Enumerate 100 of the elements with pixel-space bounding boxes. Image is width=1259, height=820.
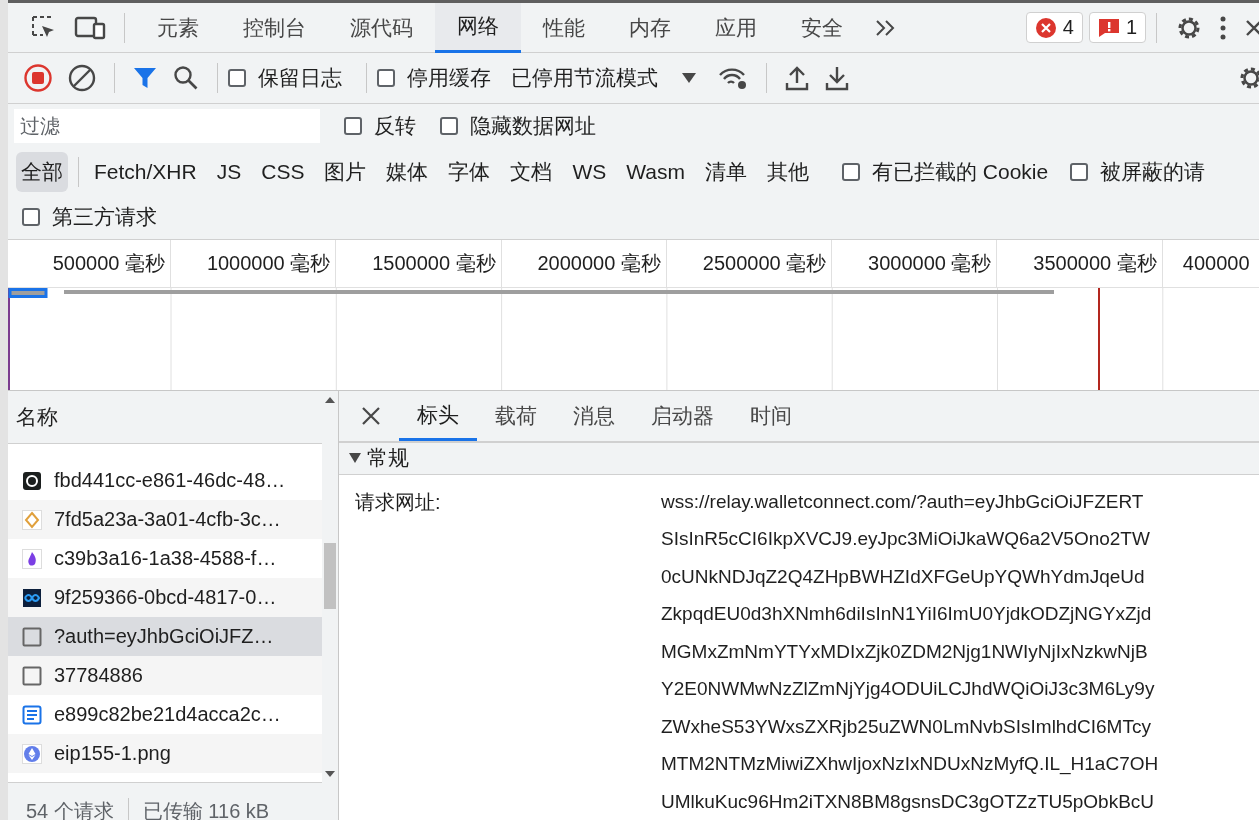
type-filter-button[interactable]: WS — [567, 153, 612, 190]
checkbox-label[interactable]: 第三方请求 — [52, 203, 157, 231]
scrollbar-thumb[interactable] — [324, 543, 336, 609]
request-row[interactable]: eip155-1.png — [8, 734, 322, 773]
error-badge[interactable]: 4 — [1025, 12, 1083, 43]
clear-icon[interactable] — [68, 64, 96, 92]
header-value: ZWxheS53YWxsZXRjb25uZWN0LmNvbSIsImlhdCI6MTcy — [661, 714, 1152, 739]
type-filter-button[interactable]: JS — [211, 153, 247, 190]
type-filter-button[interactable]: Fetch/XHR — [89, 153, 202, 190]
header-value: Y2E0NWMwNzZlZmNjYjg4ODUiLCJhdWQiOiJ3c3M6Ly9y — [661, 677, 1156, 701]
request-name: 9f259366-0bcd-4817-0… — [54, 586, 277, 609]
request-name: 7fd5a23a-3a01-4cfb-3c… — [54, 508, 281, 531]
issue-count: 1 — [1125, 16, 1137, 39]
type-filter-button[interactable]: 图片 — [319, 151, 372, 192]
header-name: 请求网址: — [354, 489, 442, 515]
filter-field[interactable]: 过滤 — [14, 109, 320, 143]
header-value: wss://relay.walletconnect.com/?auth=eyJhbGciOiJFZERT — [661, 489, 1145, 514]
scroll-up-icon[interactable] — [325, 397, 335, 403]
request-row[interactable]: 37784886 — [8, 656, 322, 695]
scrollbar[interactable] — [322, 391, 338, 783]
detail-tab[interactable]: 消息 — [555, 391, 633, 441]
issue-badge[interactable]: 1 — [1088, 12, 1146, 43]
request-name: e899c82be21d4acca2c… — [54, 703, 281, 726]
request-row[interactable]: 7fd5a23a-3a01-4cfb-3c… — [8, 500, 322, 539]
request-name: fbd441cc-e861-46dc-48… — [54, 469, 286, 492]
request-name: ?auth=eyJhbGciOiJFZ… — [54, 625, 274, 648]
type-filter-button[interactable]: Wasm — [621, 153, 690, 190]
checkbox-label[interactable]: 被屏蔽的请 — [1100, 157, 1206, 186]
throttling-dropdown[interactable]: 已停用节流模式 — [511, 64, 696, 92]
checkbox[interactable] — [440, 117, 458, 135]
image-icon — [22, 509, 42, 530]
checkbox-label[interactable]: 反转 — [374, 112, 416, 140]
header-value: UMlkuKuc96Hm2iTXN8BM8gsnsDC3gOTZzTU5pObkBcU — [661, 789, 1156, 814]
type-filter-button[interactable]: 清单 — [699, 151, 752, 192]
image-icon — [22, 587, 42, 608]
checkbox[interactable] — [841, 162, 860, 181]
request-row[interactable]: 9f259366-0bcd-4817-0… — [8, 578, 322, 617]
issue-icon — [1097, 17, 1120, 38]
image-icon — [22, 470, 42, 491]
header-value: 0cUNkNDJqZ2Q4ZHpBWHZIdXFGeUpYQWhYdmJqeUd — [661, 564, 1146, 589]
scroll-down-icon[interactable] — [325, 771, 335, 777]
checkbox[interactable] — [377, 69, 395, 87]
time-tick-label: 3000000 毫秒 — [868, 251, 992, 276]
checkbox-label[interactable]: 有已拦截的 Cookie — [871, 157, 1049, 186]
time-tick-label: 500000 毫秒 — [52, 251, 165, 276]
network-conditions-icon[interactable] — [718, 66, 748, 90]
time-tick-label: 3500000 毫秒 — [1033, 251, 1157, 276]
more-options-icon[interactable] — [1219, 15, 1227, 40]
request-name: c39b3a16-1a38-4588-f… — [54, 547, 277, 570]
checkbox[interactable] — [1070, 162, 1089, 181]
download-icon[interactable] — [825, 65, 849, 91]
panel-tab[interactable]: 网络 — [435, 2, 521, 53]
checkbox-label[interactable]: 保留日志 — [258, 64, 342, 92]
document-icon — [22, 704, 42, 725]
type-filter-button[interactable]: 其他 — [761, 151, 814, 192]
request-name: 37784886 — [54, 664, 143, 687]
panel-tab[interactable]: 性能 — [521, 2, 607, 53]
search-icon[interactable] — [173, 65, 199, 91]
close-icon[interactable] — [1245, 17, 1259, 38]
panel-tab[interactable]: 源代码 — [328, 2, 435, 53]
type-filter-button[interactable]: 全部 — [16, 151, 68, 192]
section-header[interactable]: 常规 — [339, 443, 1259, 475]
close-icon[interactable] — [361, 406, 381, 426]
type-filter-button[interactable]: 文档 — [505, 151, 558, 192]
column-header[interactable]: 名称 — [16, 403, 58, 431]
error-icon — [1034, 16, 1057, 39]
header-value: ZkpqdEU0d3hXNmh6diIsInN1YiI6ImU0YjdkODZjNGYxZjd — [661, 602, 1153, 626]
type-filter-button[interactable]: CSS — [256, 153, 310, 190]
image-icon — [22, 743, 42, 764]
header-value: MTM2NTMzMiwiZXhwIjoxNzIxNDUxNzMyfQ.IL_H1aC7OH — [661, 752, 1159, 777]
time-tick-label: 1500000 毫秒 — [372, 251, 496, 276]
panel-tab[interactable]: 内存 — [607, 2, 693, 53]
checkbox[interactable] — [228, 69, 246, 87]
request-name: eip155-1.png — [54, 742, 171, 765]
detail-tab[interactable]: 时间 — [732, 391, 810, 441]
time-tick-label: 2500000 毫秒 — [702, 251, 827, 276]
panel-tab[interactable]: 应用 — [693, 2, 779, 53]
time-tick-label: 400000 — [1182, 252, 1250, 275]
panel-tab[interactable]: 安全 — [779, 2, 865, 53]
type-filter-button[interactable]: 媒体 — [381, 151, 434, 192]
status-text: 54 个请求 — [26, 802, 114, 820]
checkbox[interactable] — [344, 117, 362, 135]
detail-tab[interactable]: 启动器 — [633, 391, 732, 441]
checkbox-label[interactable]: 隐藏数据网址 — [470, 112, 596, 140]
checkbox-label[interactable]: 停用缓存 — [407, 64, 491, 92]
request-row[interactable]: ?auth=eyJhbGciOiJFZ… — [8, 617, 322, 656]
checkbox[interactable] — [22, 208, 40, 226]
error-count: 4 — [1062, 16, 1074, 39]
panel-tab[interactable]: 控制台 — [221, 2, 328, 53]
filter-icon[interactable] — [133, 66, 157, 90]
panel-tab[interactable]: 元素 — [135, 2, 221, 53]
upload-icon[interactable] — [785, 65, 809, 91]
blank-file-icon — [22, 626, 42, 647]
blank-file-icon — [22, 665, 42, 686]
time-tick-label: 2000000 毫秒 — [537, 251, 661, 276]
detail-tab[interactable]: 载荷 — [477, 391, 555, 441]
type-filter-button[interactable]: 字体 — [443, 151, 496, 192]
caret-icon — [682, 73, 696, 83]
stop-recording-icon[interactable] — [24, 64, 52, 92]
header-value: SIsInR5cCI6IkpXVCJ9.eyJpc3MiOiJkaWQ6a2V5Ono2TW — [661, 527, 1151, 551]
